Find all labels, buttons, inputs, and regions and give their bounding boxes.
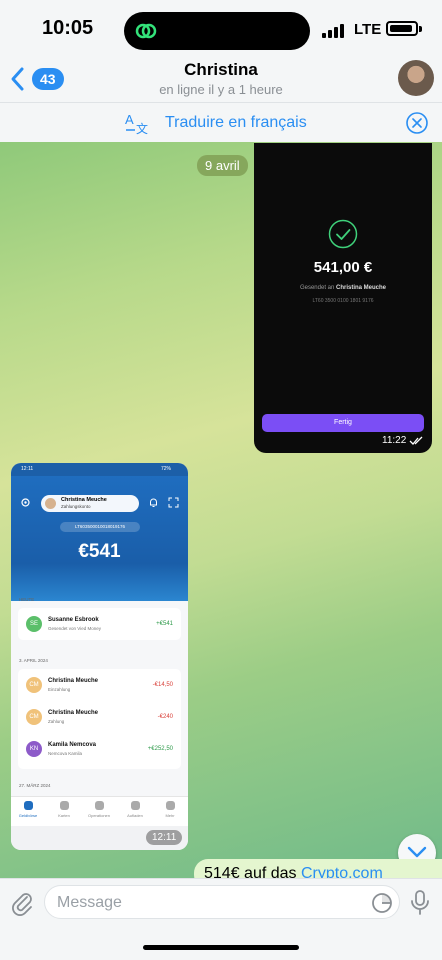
transaction-name: Kamila Nemcova xyxy=(48,742,97,748)
bell-icon xyxy=(150,498,157,507)
back-button[interactable]: 43 xyxy=(8,66,64,92)
account-selector: Christina Meuche Zahlungskonto xyxy=(41,495,139,512)
embedded-battery: 72% xyxy=(161,466,172,472)
translate-bar[interactable]: A 文 Traduire en français xyxy=(0,102,442,142)
transaction-sub: Nemcova Kamila xyxy=(48,751,83,756)
transaction-sub: Zahlung xyxy=(48,719,65,724)
status-time: 10:05 xyxy=(42,17,94,39)
qr-scan-icon xyxy=(168,497,179,508)
nav-cards: Karten xyxy=(49,801,79,818)
date-separator: 9 avril xyxy=(197,155,248,176)
embedded-status-bar: 12:11 72% xyxy=(11,463,188,476)
account-iban: LT603500010018019176 xyxy=(60,522,140,532)
transaction-avatar: CM xyxy=(26,709,42,725)
unread-count-badge: 43 xyxy=(32,68,64,90)
transaction-amount: +€252,50 xyxy=(147,746,173,752)
message-placeholder: Message xyxy=(57,894,122,911)
network-label: LTE xyxy=(354,21,382,38)
gear-icon xyxy=(21,498,30,507)
link-icon xyxy=(135,23,157,39)
nav-cards-label: Karten xyxy=(58,813,70,818)
transaction-avatar: CM xyxy=(26,677,42,693)
chevron-down-icon xyxy=(407,846,427,858)
image-message-payment-confirmation[interactable]: 541,00 € Gesendet an Christina Meuche LT… xyxy=(254,143,432,453)
transaction-row: CM Christina Meuche Zahlung -€240 xyxy=(18,703,181,731)
home-indicator[interactable] xyxy=(143,945,299,950)
transaction-amount: +€541 xyxy=(156,621,173,627)
translate-icon: A 文 xyxy=(125,112,148,135)
transaction-name: Susanne Esbrook xyxy=(48,617,99,623)
transaction-row: SE Susanne Esbrook Gesendet von Vied Mon… xyxy=(18,610,181,638)
transaction-avatar: SE xyxy=(26,616,42,632)
message-time: 12:11 xyxy=(146,830,183,845)
image-message-bank-app[interactable]: 12:11 72% Christina Meuche Zahlungskonto… xyxy=(11,463,188,850)
microphone-icon[interactable] xyxy=(410,889,430,917)
transaction-amount: -€14,50 xyxy=(152,682,173,688)
svg-text:A: A xyxy=(125,112,134,127)
account-name: Christina Meuche xyxy=(61,497,107,503)
svg-text:文: 文 xyxy=(136,121,148,135)
sticker-icon[interactable] xyxy=(371,892,393,914)
payment-amount: 541,00 € xyxy=(313,259,373,276)
chat-subtitle: en ligne il y a 1 heure xyxy=(159,82,283,97)
dynamic-island xyxy=(124,12,310,50)
account-avatar xyxy=(45,498,56,509)
status-bar: 10:05 LTE xyxy=(0,0,442,58)
close-icon[interactable] xyxy=(406,112,428,134)
nav-wallet-label: Geldbörse xyxy=(18,813,38,818)
sent-prefix: Gesendet an xyxy=(299,285,335,291)
transaction-card: SE Susanne Esbrook Gesendet von Vied Mon… xyxy=(18,608,181,640)
signal-icon xyxy=(322,24,344,38)
transaction-name: Christina Meuche xyxy=(48,710,99,716)
embedded-status-time: 12:11 xyxy=(21,466,34,472)
message-input[interactable]: Message xyxy=(44,885,400,919)
transaction-sub: Einzahlung xyxy=(48,687,71,692)
transaction-amount: -€240 xyxy=(157,714,173,720)
recipient-name: Christina Meuche xyxy=(336,285,387,291)
transaction-row: CM Christina Meuche Einzahlung -€14,50 xyxy=(18,671,181,699)
transaction-row: KN Kamila Nemcova Nemcova Kamila +€252,5… xyxy=(18,735,181,763)
battery-tip xyxy=(419,26,422,32)
section-march: 27. MÄRZ 2024 xyxy=(19,783,51,788)
account-type: Zahlungskonto xyxy=(61,504,91,509)
transaction-name: Christina Meuche xyxy=(48,678,99,684)
message-time: 11:22 xyxy=(382,435,407,446)
embedded-bottom-nav: Geldbörse Karten Operationen Aufladen Me… xyxy=(11,796,188,826)
telegram-chat-screen: 10:05 LTE Christina en ligne il y a 1 he… xyxy=(0,0,442,960)
translate-label[interactable]: Traduire en français xyxy=(165,114,307,132)
transaction-card: CM Christina Meuche Einzahlung -€14,50 C… xyxy=(18,669,181,769)
transaction-sub: Gesendet von Vied Money xyxy=(48,626,101,631)
chevron-left-icon xyxy=(11,67,24,91)
nav-wallet: Geldbörse xyxy=(13,801,43,818)
battery-icon xyxy=(386,21,418,36)
nav-operations: Operationen xyxy=(84,801,114,818)
chat-title[interactable]: Christina xyxy=(0,60,442,80)
nav-topup: Aufladen xyxy=(120,801,150,818)
done-button: Fertig xyxy=(262,414,424,432)
nav-more: Mehr xyxy=(155,801,185,818)
read-receipt-icon xyxy=(409,436,423,445)
transaction-avatar: KN xyxy=(26,741,42,757)
payment-recipient: Gesendet an Christina Meuche xyxy=(254,285,432,291)
section-april: 3. APRIL 2024 xyxy=(19,658,48,663)
recipient-iban: LT60 3500 0100 1801 9176 xyxy=(312,298,374,304)
contact-avatar[interactable] xyxy=(398,60,434,96)
chat-header: Christina en ligne il y a 1 heure 43 xyxy=(0,58,442,102)
nav-more-label: Mehr xyxy=(165,813,175,818)
checkmark-circle-icon xyxy=(328,219,358,249)
account-balance: €541 xyxy=(78,541,121,562)
paperclip-icon[interactable] xyxy=(10,890,34,916)
message-input-bar: Message xyxy=(0,878,442,960)
nav-operations-label: Operationen xyxy=(87,813,110,818)
section-today: HEUTE xyxy=(19,597,35,602)
account-header: Christina Meuche Zahlungskonto LT6035000… xyxy=(11,476,188,601)
nav-topup-label: Aufladen xyxy=(127,813,143,818)
